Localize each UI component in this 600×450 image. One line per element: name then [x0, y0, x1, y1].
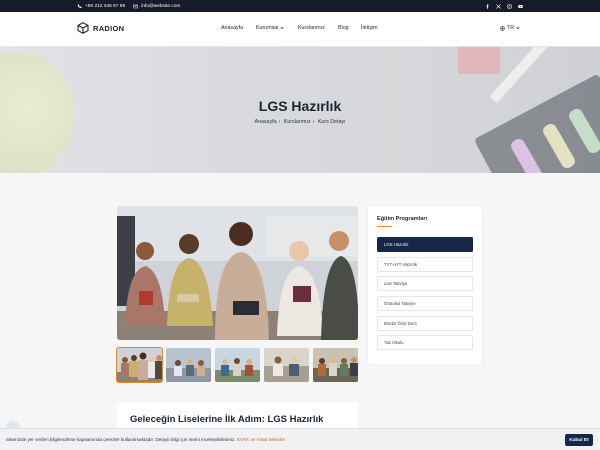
cookie-text-wrapper: Sitemizde yer verilen bilgilendirme kaps… [6, 437, 285, 442]
x-icon[interactable] [496, 3, 501, 9]
email-link[interactable]: info@website.com [133, 4, 180, 9]
sidebar-title-underline [377, 226, 392, 228]
image-thumbnails [116, 347, 358, 383]
logo-text: RADION [93, 23, 125, 33]
cookie-policy-link[interactable]: KVKK ve Yasal Metinler [237, 437, 285, 442]
menu-item-anasayfa[interactable]: Anasayfa [221, 25, 256, 31]
thumbnail-2[interactable] [166, 348, 211, 382]
course-main-image [117, 206, 358, 340]
thumbnail-1[interactable] [116, 347, 163, 383]
accept-cookies-button[interactable]: Kabul Et [565, 434, 593, 446]
menu-item-kurumsal-label: Kurumsal [256, 25, 279, 31]
contact-info: +90 212 345 67 89 info@website.com [77, 4, 180, 9]
sidebar-item-tyt-ayt-hazirlik[interactable]: TYT-AYT Hazırlık [377, 257, 473, 272]
phone-number: +90 212 345 67 89 [85, 3, 126, 9]
thumbnail-4[interactable] [264, 348, 309, 382]
sidebar-item-ortaokul-takviye[interactable]: Ortaokul Takviye [377, 296, 473, 311]
menu-item-blog[interactable]: Blog [338, 25, 361, 31]
programs-sidebar: Eğitim Programları LGS Hazırlık TYT-AYT … [368, 206, 482, 364]
globe-icon [500, 25, 505, 31]
facebook-icon[interactable] [485, 3, 490, 9]
social-links [485, 3, 523, 9]
sidebar-item-yaz-okulu[interactable]: Yaz Okulu [377, 335, 473, 350]
sidebar-item-birebir-ozel-ders[interactable]: Birebir Özel Ders [377, 316, 473, 331]
menu: Anasayfa Kurumsal Kurslarımız Blog İleti… [221, 25, 391, 31]
cookie-banner: Sitemizde yer verilen bilgilendirme kaps… [0, 428, 600, 450]
sidebar-item-lgs-hazirlik[interactable]: LGS Hazırlık [377, 237, 473, 252]
hero-background-pencil [489, 47, 561, 104]
breadcrumb-courses[interactable]: Kurslarımız [284, 119, 311, 125]
mail-icon [133, 4, 138, 8]
breadcrumb-home[interactable]: Anasayfa [254, 119, 276, 125]
breadcrumb: Anasayfa › Kurslarımız › Kurs Detayı [254, 119, 346, 125]
page-title: LGS Hazırlık [258, 98, 342, 114]
cookie-text: Sitemizde yer verilen bilgilendirme kaps… [6, 437, 236, 442]
sidebar-title: Eğitim Programları [377, 216, 428, 222]
email-address: info@website.com [141, 3, 181, 9]
chevron-down-icon [280, 27, 284, 30]
course-title: Geleceğin Liselerine İlk Adım: LGS Hazır… [130, 414, 324, 425]
phone-link[interactable]: +90 212 345 67 89 [77, 4, 125, 9]
logo-icon [77, 22, 89, 34]
phone-icon [77, 4, 82, 8]
breadcrumb-current: Kurs Detayı [317, 119, 346, 125]
menu-item-iletisim[interactable]: İletişim [361, 25, 391, 31]
chevron-down-icon [516, 27, 520, 30]
language-label: TR [507, 25, 515, 31]
menu-item-kurumsal[interactable]: Kurumsal [256, 25, 298, 31]
instagram-icon[interactable] [507, 3, 512, 9]
thumbnail-3[interactable] [215, 348, 260, 382]
youtube-icon[interactable] [518, 4, 523, 9]
menu-item-kurslarimiz[interactable]: Kurslarımız [298, 25, 338, 31]
site-logo[interactable]: RADION [77, 22, 124, 34]
page-hero: LGS Hazırlık Anasayfa › Kurslarımız › Kurs… [0, 47, 600, 173]
thumbnail-5[interactable] [313, 348, 358, 382]
hero-background-object [458, 47, 500, 74]
sidebar-item-lise-takviye[interactable]: Lise Takviye [377, 276, 473, 291]
main-navigation: RADION Anasayfa Kurumsal Kurslarımız Blo… [0, 12, 600, 47]
language-selector[interactable]: TR [500, 25, 520, 31]
top-bar: +90 212 345 67 89 info@website.com [0, 0, 600, 12]
